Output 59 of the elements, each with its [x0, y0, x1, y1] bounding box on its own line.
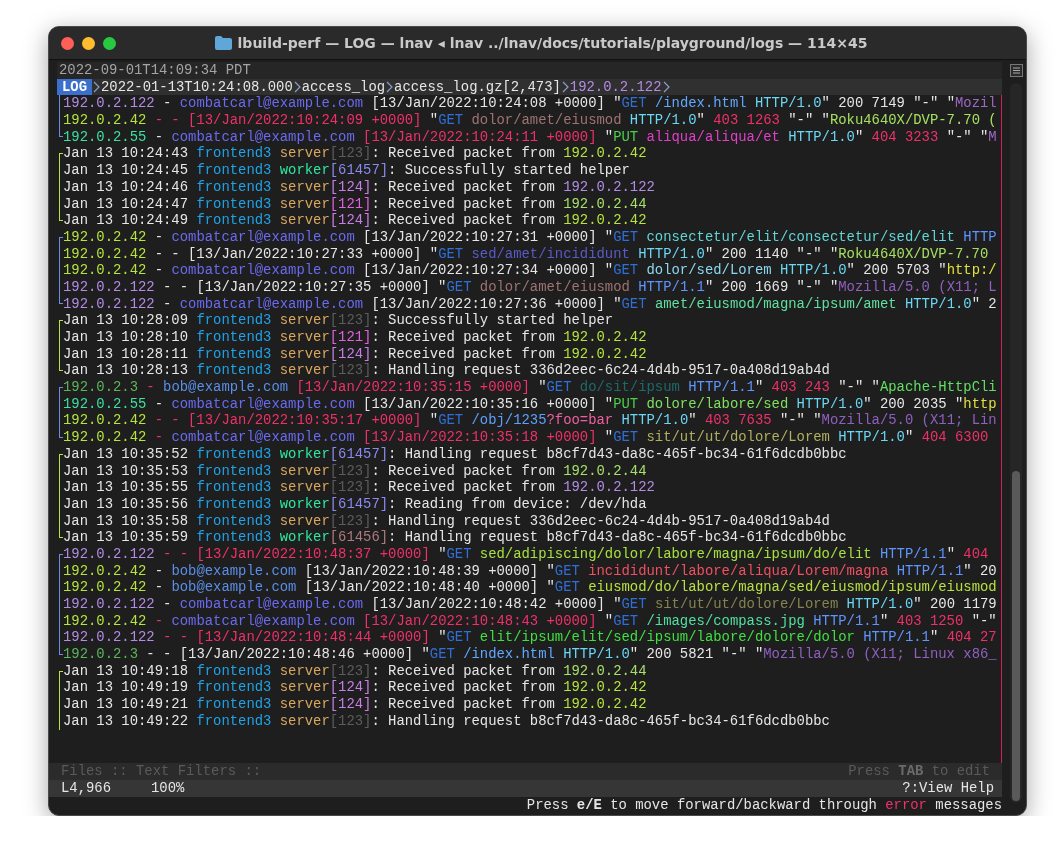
status-message: Press e/E to move forward/backward through error messages [526, 796, 1002, 814]
log-line: 192.0.2.42 - - [13/Jan/2022:10:35:17 +0000] "GET /obj/1235?foo=bar HTTP/1.0" 403 7635 "-" "Mozilla/5.0 (X11; Lin [63, 412, 997, 430]
log-line: Jan 13 10:24:47 frontend3 server[121]: Received packet from 192.0.2.44 [63, 195, 648, 213]
chevron-icon [561, 81, 569, 94]
breadcrumb-item[interactable]: access_log.gz[2,473] [394, 78, 561, 96]
log-line: Jan 13 10:28:13 frontend3 server[123]: Handling request 336d2eec-6c24-4d4b-9517-0a408d19ab4d [63, 362, 830, 380]
log-line: 192.0.2.3 - - [13/Jan/2022:10:48:46 +0000] "GET /index.html HTTP/1.0" 200 5821 "-" "Mozilla/5.0 (X11; Linux x86_ [63, 646, 997, 663]
minimize-button[interactable] [82, 36, 95, 50]
log-line: Jan 13 10:49:21 frontend3 server[124]: Received packet from 192.0.2.42 [63, 696, 648, 713]
log-line: 192.0.2.3 - bob@example.com [13/Jan/2022:10:35:15 +0000] "GET do/sit/ipsum HTTP/1.1" 403 243 "-" "Apache-HttpCli [63, 379, 997, 396]
breadcrumb-item[interactable]: access_log [301, 78, 386, 96]
log-line: Jan 13 10:24:49 frontend3 server[124]: Received packet from 192.0.2.42 [63, 212, 648, 229]
folder-icon [214, 36, 232, 50]
chevron-icon [386, 81, 394, 94]
log-line: Jan 13 10:35:59 frontend3 worker[61456]: Handling request b8cf7d43-da8c-465f-bc34-61f6dcdb0bbc [63, 529, 847, 546]
log-line: Jan 13 10:35:52 frontend3 worker[61457]: Handling request b8cf7d43-da8c-465f-bc34-61f6dcdb0bbc [63, 445, 847, 463]
log-line: Jan 13 10:24:46 frontend3 server[124]: Received packet from 192.0.2.122 [63, 178, 655, 196]
log-line: 192.0.2.55 - combatcarl@example.com [13/Jan/2022:10:24:11 +0000] "PUT aliqua/aliqua/et HTTP/1.0" 404 3233 "-" "M [63, 128, 997, 146]
log-line: 192.0.2.122 - - [13/Jan/2022:10:27:35 +0000] "GET dolor/amet/eiusmod HTTP/1.1" 200 1669 "-" "Mozilla/5.0 (X11; L [63, 278, 997, 296]
log-line: Jan 13 10:35:53 frontend3 server[123]: Received packet from 192.0.2.44 [63, 462, 648, 480]
log-line: Jan 13 10:49:22 frontend3 server[123]: Handling request b8cf7d43-da8c-465f-bc34-61f6dcdb0bbc [63, 712, 830, 730]
log-line: 192.0.2.122 - combatcarl@example.com [13/Jan/2022:10:48:42 +0000] "GET sit/ut/ut/dolore/Lorem HTTP/1.0" 200 1179 [63, 596, 997, 613]
log-line: 192.0.2.42 - bob@example.com [13/Jan/2022:10:48:39 +0000] "GET incididunt/labore/aliqua/Lorem/magna HTTP/1.1" 20 [63, 562, 997, 580]
log-line: 192.0.2.42 - bob@example.com [13/Jan/2022:10:48:40 +0000] "GET eiusmod/do/labore/magna/sed/eiusmod/ipsum/eiusmod [63, 579, 997, 596]
log-line: 192.0.2.55 - combatcarl@example.com [13/Jan/2022:10:35:16 +0000] "PUT dolore/labore/sed HTTP/1.0" 200 2035 "http [63, 395, 997, 413]
chevron-icon [662, 81, 670, 94]
log-line: 192.0.2.42 - - [13/Jan/2022:10:27:33 +0000] "GET sed/amet/incididunt HTTP/1.0" 200 1140 "-" "Roku4640X/DVP-7.70 [63, 245, 990, 263]
chevron-icon [93, 81, 100, 94]
log-line: Jan 13 10:35:56 frontend3 worker[61457]: Reading from device: /dev/hda [63, 495, 648, 513]
log-line: 192.0.2.122 - - [13/Jan/2022:10:48:37 +0000] "GET sed/adipiscing/dolor/labore/magna/ipsum/do/elit HTTP/1.1" 404 [63, 545, 990, 563]
breadcrumb-item[interactable]: 192.0.2.122 [569, 78, 662, 96]
log-line: 192.0.2.42 - combatcarl@example.com [13/Jan/2022:10:48:43 +0000] "GET /images/compass.jpg HTTP/1.1" 403 1250 "-" [63, 612, 997, 630]
close-button[interactable] [61, 36, 74, 50]
log-line: Jan 13 10:24:45 frontend3 worker[61457]: Successfully started helper [63, 162, 631, 179]
chevron-icon [293, 81, 301, 94]
scroll-percent: 100% [151, 780, 186, 797]
zoom-button[interactable] [103, 36, 116, 50]
log-line: Jan 13 10:28:10 frontend3 server[121]: Received packet from 192.0.2.42 [63, 329, 648, 346]
log-line: Jan 13 10:35:55 frontend3 server[123]: Received packet from 192.0.2.122 [63, 479, 656, 496]
log-line: 192.0.2.122 - combatcarl@example.com [13/Jan/2022:10:24:08 +0000] "GET /index.html HTTP/1.0" 200 7149 "-" "Mozil [63, 95, 997, 113]
log-line: 192.0.2.42 - combatcarl@example.com [13/Jan/2022:10:27:34 +0000] "GET dolor/sed/Lorem HTTP/1.0" 200 5703 "http:/ [63, 262, 997, 279]
log-line: 192.0.2.42 - - [13/Jan/2022:10:24:09 +0000] "GET dolor/amet/eiusmod HTTP/1.0" 403 1263 "-" "Roku4640X/DVP-7.70 ( [63, 112, 997, 129]
log-line: 192.0.2.122 - - [13/Jan/2022:10:48:44 +0000] "GET elit/ipsum/elit/sed/ipsum/labore/dolore/dolor HTTP/1.1" 404 27 [63, 629, 997, 647]
window-title: lbuild-perf — LOG — lnav ◂ lnav ../lnav/docs/tutorials/playground/logs — 114×45 [237, 35, 868, 51]
log-line: 192.0.2.122 - combatcarl@example.com [13/Jan/2022:10:27:36 +0000] "GET amet/eiusmod/magna/ipsum/amet HTTP/1.0" 2 [63, 295, 997, 313]
line-number: L4,966 [61, 780, 111, 797]
help-hint[interactable]: ?:View Help [902, 780, 994, 797]
log-line: 192.0.2.42 - combatcarl@example.com [13/Jan/2022:10:27:31 +0000] "GET consectetur/elit/consectetur/sed/elit HTTP [63, 228, 997, 246]
scrollbar-thumb[interactable] [1012, 471, 1020, 801]
menu-icon[interactable] [1009, 64, 1023, 77]
current-time: 2022-09-01T14:09:34 PDT [59, 62, 251, 79]
breadcrumb-item[interactable]: 2022-01-13T10:24:08.000 [101, 78, 293, 96]
log-line: Jan 13 10:28:11 frontend3 server[124]: Received packet from 192.0.2.42 [63, 345, 648, 363]
log-line: Jan 13 10:49:18 frontend3 server[123]: Received packet from 192.0.2.44 [63, 662, 648, 680]
log-line: Jan 13 10:28:09 frontend3 server[123]: Successfully started helper [63, 312, 615, 329]
log-line: 192.0.2.42 - combatcarl@example.com [13/Jan/2022:10:35:18 +0000] "GET sit/ut/ut/dolore/Lorem HTTP/1.0" 404 6300 [63, 429, 990, 446]
log-line: Jan 13 10:24:43 frontend3 server[123]: Received packet from 192.0.2.42 [63, 145, 648, 163]
log-line: Jan 13 10:49:19 frontend3 server[124]: Received packet from 192.0.2.42 [63, 679, 648, 697]
log-line: Jan 13 10:35:58 frontend3 server[123]: Handling request 336d2eec-6c24-4d4b-9517-0a408d19ab4d [63, 512, 831, 530]
